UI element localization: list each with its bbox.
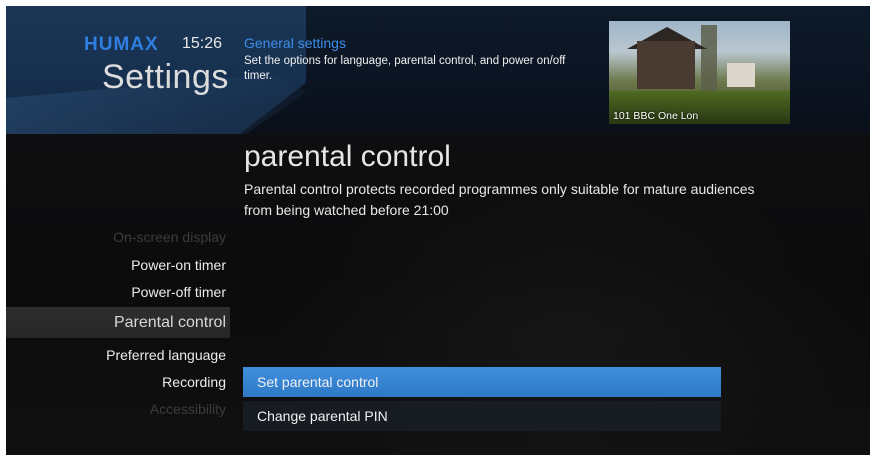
brand-logo: HUMAX [84, 34, 159, 55]
preview-house-small [727, 63, 755, 87]
menu-item-label: Recording [162, 374, 226, 390]
section-description: Set the options for language, parental c… [244, 55, 566, 82]
clock: 15:26 [182, 35, 223, 52]
live-tv-preview: 101 BBC One Lon [609, 21, 790, 124]
menu-item-preferred-language[interactable]: Preferred language [6, 342, 230, 368]
menu-item-power-on-timer[interactable]: Power-on timer [6, 252, 230, 278]
detail-title: parental control [244, 140, 451, 173]
menu-item-label: Preferred language [106, 347, 226, 363]
tv-screen: HUMAX 15:26 Settings General settings Se… [6, 6, 870, 455]
menu-item-label: Power-on timer [131, 257, 226, 273]
option-set-parental-control[interactable]: Set parental control [243, 367, 721, 397]
menu-item-power-off-timer[interactable]: Power-off timer [6, 279, 230, 305]
menu-item-label: Power-off timer [131, 284, 226, 300]
preview-house [637, 41, 695, 89]
section-title: General settings [244, 35, 346, 51]
menu-item-label: Parental control [113, 314, 226, 331]
option-change-parental-pin[interactable]: Change parental PIN [243, 401, 721, 431]
menu-item-parental-control[interactable]: Parental control [6, 307, 230, 338]
detail-description: Parental control protects recorded progr… [244, 181, 755, 218]
menu-item-label: Accessibility [149, 401, 226, 417]
menu-item-label: On-screen display [113, 229, 226, 245]
preview-channel-label: 101 BBC One Lon [613, 110, 699, 122]
menu-item-on-screen-display[interactable]: On-screen display [6, 224, 230, 250]
page-title: Settings [102, 58, 229, 96]
menu-item-recording[interactable]: Recording [6, 369, 230, 395]
menu-item-accessibility[interactable]: Accessibility [6, 396, 230, 422]
